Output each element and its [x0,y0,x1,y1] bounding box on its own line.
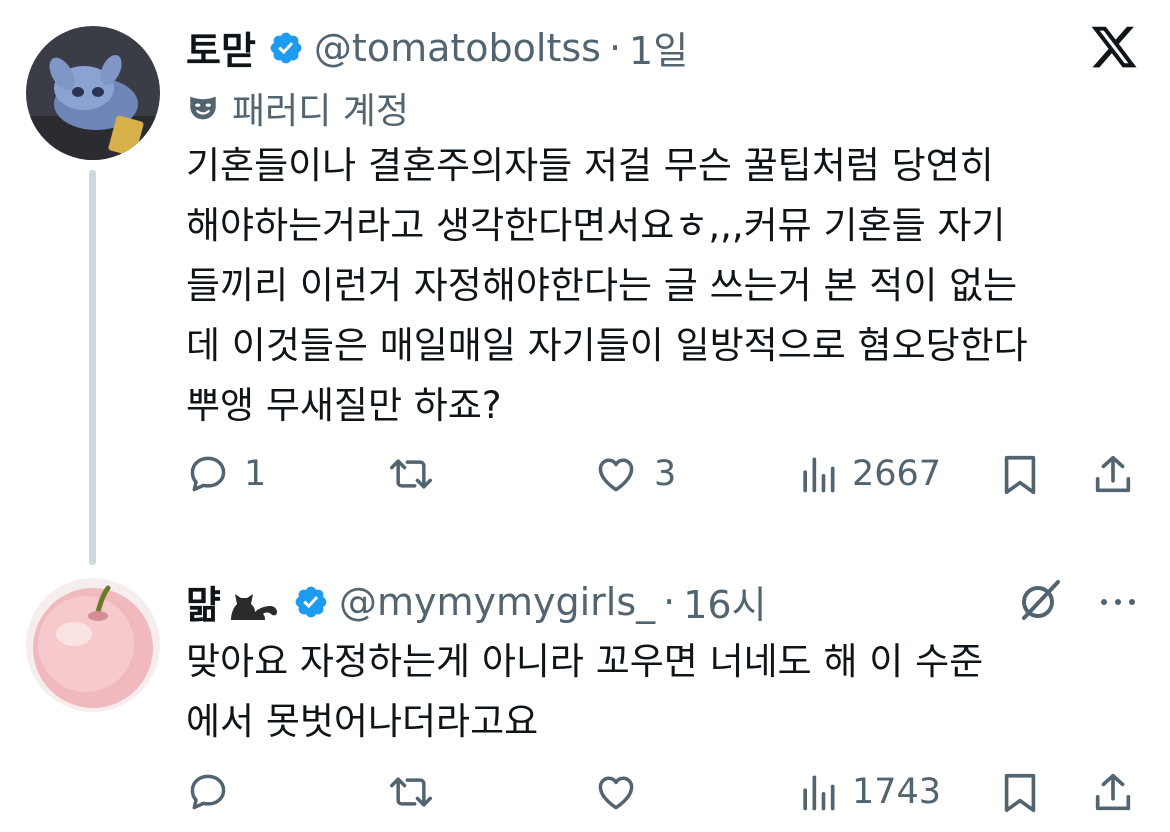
more-options-icon[interactable] [1098,596,1138,608]
display-name[interactable]: 먊 [186,574,221,629]
like-count: 3 [654,454,677,494]
views-icon [803,457,835,493]
x-logo-icon [1091,26,1137,68]
grok-icon[interactable] [1016,576,1064,624]
avatar[interactable] [26,578,160,712]
bookmark-button[interactable] [998,770,1042,816]
like-icon [598,458,634,492]
reply-count: 1 [244,454,267,494]
parody-label-text: 패러디 계정 [232,91,410,132]
retweet-button[interactable] [386,770,436,814]
bookmark-icon [1004,773,1036,813]
tweet-header: 먊 @mymymygirls_ · 16시 [186,574,767,629]
tweet-actions: 1 3 2667 [186,452,1146,502]
tweet-text: 기혼들이나 결혼주의자들 저걸 무슨 꿀팁처럼 당연히 해야하는거라고 생각한다… [186,144,1028,427]
timestamp[interactable]: 16시 [683,574,766,629]
views-button[interactable]: 1743 [798,770,941,814]
tweet-2[interactable]: 먊 @mymymygirls_ · 16시 맞아요 자정하는게 아니라 꼬우면 … [0,560,1170,832]
handle[interactable]: @tomatoboltss [314,26,601,70]
thread-line [89,170,96,565]
bookmark-button[interactable] [998,452,1042,498]
like-button[interactable]: 3 [592,452,676,496]
parody-account-label: 패러디 계정 [186,82,409,134]
share-icon [1095,773,1131,811]
black-cat-emoji-icon [230,593,277,620]
share-icon [1095,455,1131,493]
tweet-header: 토맏 @tomatoboltss · 1일 [186,20,688,75]
view-count: 1743 [852,772,942,812]
share-button[interactable] [1090,452,1136,498]
share-button[interactable] [1090,770,1136,816]
parody-mask-icon [190,96,216,120]
view-count: 2667 [852,454,942,494]
retweet-icon [390,777,432,807]
avatar[interactable] [26,26,160,160]
verified-badge-icon [295,586,327,617]
reply-button[interactable] [186,770,230,814]
separator-dot: · [663,579,676,624]
tweet-actions: 1743 [186,770,1146,820]
display-name[interactable]: 토맏 [186,20,256,75]
reply-button[interactable]: 1 [186,452,266,496]
views-icon [803,775,835,811]
reply-icon [190,774,226,810]
timestamp[interactable]: 1일 [629,20,688,75]
verified-badge-icon [270,32,302,63]
tweet-1[interactable]: 토맏 @tomatoboltss · 1일 패러디 계정 기혼들이나 결혼주의자… [0,0,1170,565]
like-icon [598,776,634,810]
bookmark-icon [1004,455,1036,495]
reply-icon [190,456,226,492]
handle[interactable]: @mymymygirls_ [339,580,655,624]
separator-dot: · [608,25,622,70]
views-button[interactable]: 2667 [798,452,941,496]
tweet-text: 맞아요 자정하는게 아니라 꼬우면 너네도 해 이 수준 에서 못벗어나더라고요 [186,640,984,743]
retweet-button[interactable] [386,452,436,496]
retweet-icon [390,459,432,489]
like-button[interactable] [592,770,640,814]
